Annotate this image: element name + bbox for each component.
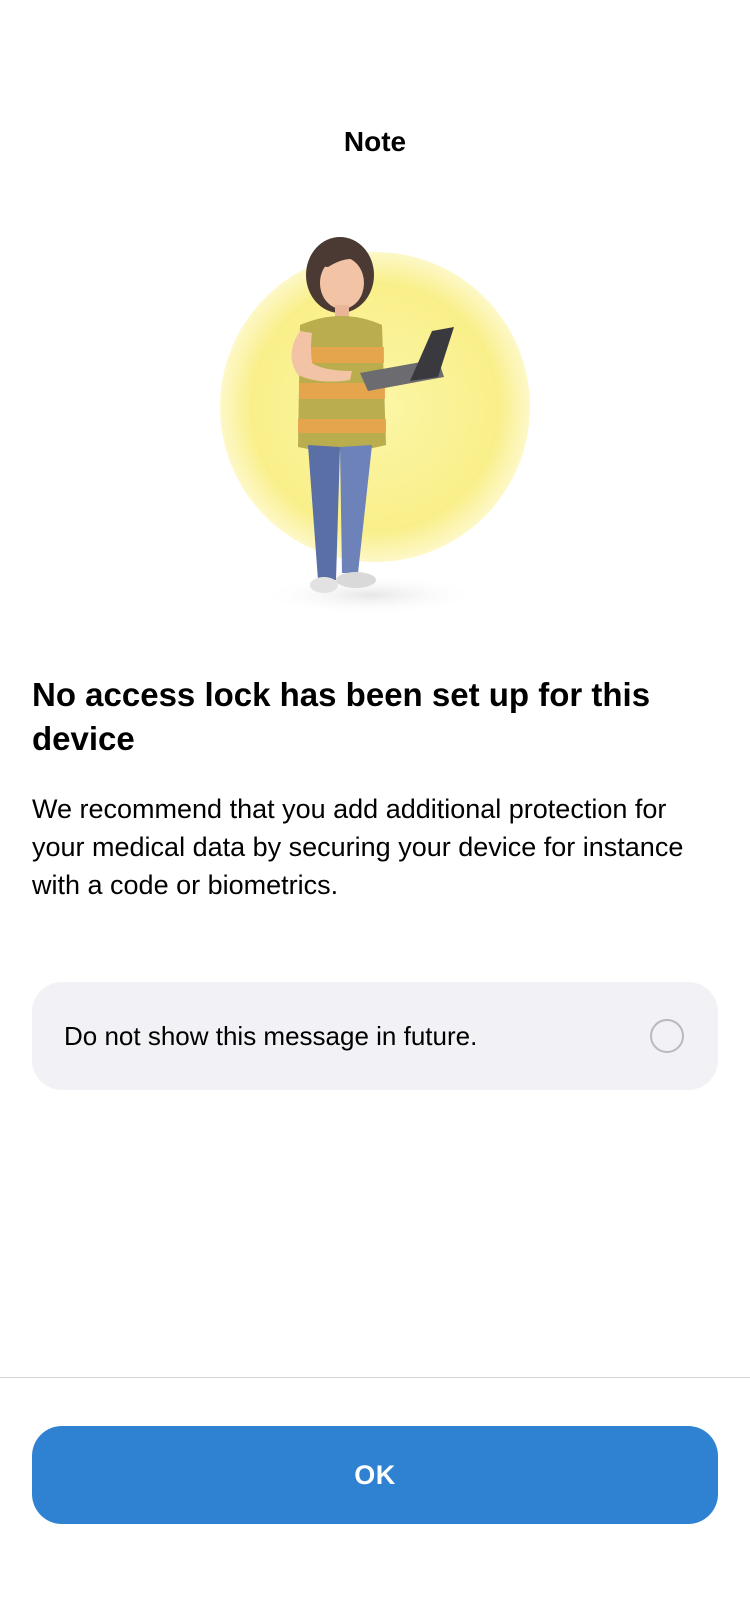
footer-divider (0, 1377, 750, 1378)
radio-button[interactable] (650, 1019, 684, 1053)
message-body: We recommend that you add additional pro… (32, 794, 684, 900)
page-title: Note (343, 126, 407, 157)
do-not-show-again-option[interactable]: Do not show this message in future. (32, 982, 718, 1090)
option-label: Do not show this message in future. (64, 1020, 478, 1051)
message-headline: No access lock has been set up for this … (32, 676, 651, 757)
woman-with-laptop-illustration (200, 235, 550, 630)
ok-button[interactable]: OK (32, 1426, 718, 1524)
